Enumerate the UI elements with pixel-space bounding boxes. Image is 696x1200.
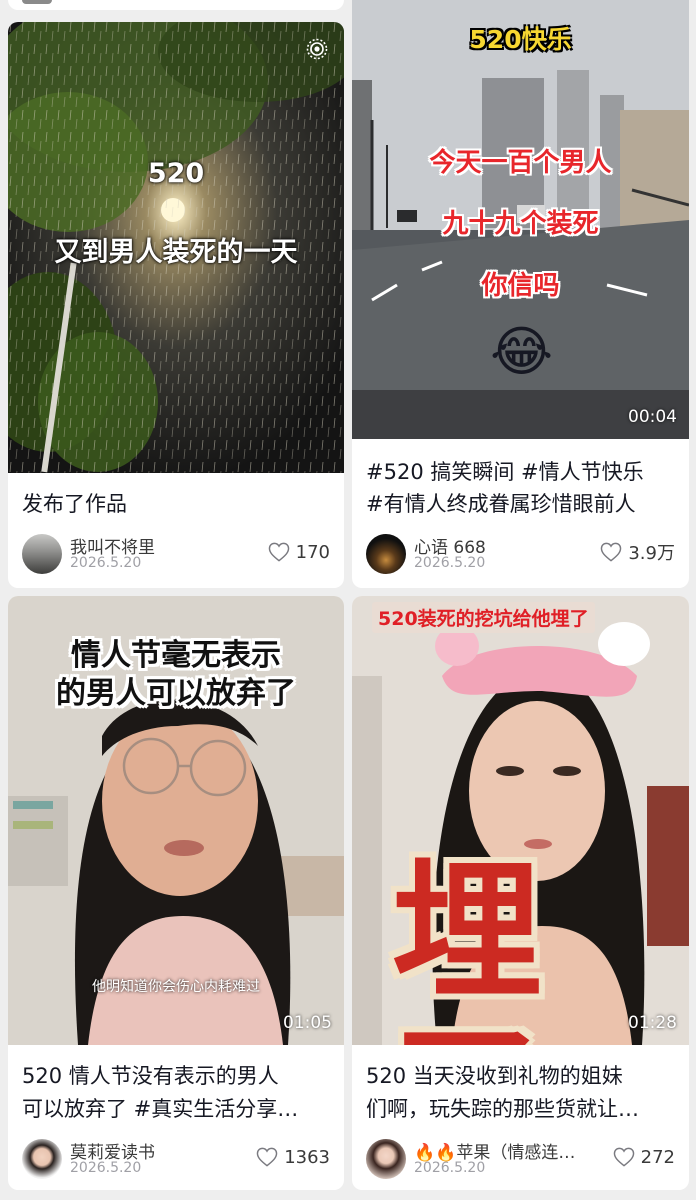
like-count: 272 xyxy=(640,1146,675,1168)
avatar[interactable] xyxy=(22,534,62,574)
previous-card-strip-left xyxy=(8,0,344,10)
heart-icon xyxy=(613,1147,634,1167)
video-feed-grid: 520 又到男人装死的一天 发布了作品 我叫不将里 2026.5.20 170 xyxy=(0,0,696,1200)
video-cover-4[interactable]: 520装死的挖坑给他埋了 埋了 01:28 xyxy=(352,596,689,1045)
heart-icon xyxy=(268,542,289,562)
post-date: 2026.5.20 xyxy=(414,1160,486,1176)
cover-caption-line1: 今天一百个男人 xyxy=(429,148,612,178)
video-cover-2[interactable]: 520快乐 今天一百个男人 九十九个装死 你信吗 😂 00:04 xyxy=(352,0,689,439)
video-title-4-line1[interactable]: 520 当天没收到礼物的姐妹 xyxy=(366,1060,679,1092)
author-row-2: 心语 668 2026.5.20 3.9万 xyxy=(366,531,675,575)
avatar[interactable] xyxy=(366,1139,406,1179)
heart-icon xyxy=(256,1147,278,1167)
live-photo-icon xyxy=(306,38,328,60)
cover-caption-top: 520装死的挖坑给他埋了 xyxy=(372,602,595,633)
like-button[interactable]: 170 xyxy=(268,539,330,565)
video-title-3-line1[interactable]: 520 情人节没有表示的男人 xyxy=(22,1060,334,1092)
video-duration: 00:04 xyxy=(628,407,677,427)
video-title-4-line2[interactable]: 们啊，玩失踪的那些货就让… xyxy=(366,1093,679,1125)
video-duration: 01:28 xyxy=(628,1013,677,1033)
video-title-2-line1[interactable]: #520 搞笑瞬间 #情人节快乐 xyxy=(366,456,679,488)
cover-caption-line2: 的男人可以放弃了 xyxy=(56,676,296,711)
cover-subtitle: 他明知道你会伤心内耗难过 xyxy=(92,979,260,995)
like-count: 3.9万 xyxy=(628,543,675,564)
cover-caption-top: 520快乐 xyxy=(469,25,572,54)
like-button[interactable]: 3.9万 xyxy=(600,539,675,565)
cover-caption-line1: 520 xyxy=(147,158,205,189)
video-cover-1[interactable]: 520 又到男人装死的一天 xyxy=(8,22,344,473)
previous-avatar-fragment xyxy=(22,0,52,4)
video-card-4[interactable]: 520装死的挖坑给他埋了 埋了 01:28 520 当天没收到礼物的姐妹 们啊，… xyxy=(352,596,689,1190)
laughing-emoji-icon: 😂 xyxy=(490,320,554,383)
author-row-4: 🔥🔥苹果（情感连… 2026.5.20 272 xyxy=(366,1136,675,1180)
avatar[interactable] xyxy=(22,1139,62,1179)
video-cover-3[interactable]: 情人节毫无表示 的男人可以放弃了 他明知道你会伤心内耗难过 01:05 xyxy=(8,596,344,1045)
like-count: 1363 xyxy=(284,1146,330,1168)
cover-caption-line2: 九十九个装死 xyxy=(442,209,599,239)
post-date: 2026.5.20 xyxy=(414,555,486,571)
like-count: 170 xyxy=(295,541,330,563)
video-card-3[interactable]: 情人节毫无表示 的男人可以放弃了 他明知道你会伤心内耗难过 01:05 520 … xyxy=(8,596,344,1190)
video-card-1[interactable]: 520 又到男人装死的一天 发布了作品 我叫不将里 2026.5.20 170 xyxy=(8,22,344,588)
like-button[interactable]: 272 xyxy=(613,1144,675,1170)
video-card-2[interactable]: 520快乐 今天一百个男人 九十九个装死 你信吗 😂 00:04 #520 搞笑… xyxy=(352,0,689,588)
video-duration: 01:05 xyxy=(283,1013,332,1033)
author-row-3: 莫莉爱读书 2026.5.20 1363 xyxy=(22,1136,330,1180)
avatar[interactable] xyxy=(366,534,406,574)
post-date: 2026.5.20 xyxy=(70,1160,142,1176)
post-date: 2026.5.20 xyxy=(70,555,142,571)
cover-caption-line3: 你信吗 xyxy=(481,271,560,301)
video-title-3-line2[interactable]: 可以放弃了 #真实生活分享… xyxy=(22,1093,334,1125)
author-row-1: 我叫不将里 2026.5.20 170 xyxy=(22,531,330,575)
video-title-1[interactable]: 发布了作品 xyxy=(22,488,334,520)
heart-icon xyxy=(601,542,622,562)
cover-caption-line2: 又到男人装死的一天 xyxy=(54,237,298,268)
video-title-2-line2[interactable]: #有情人终成眷属珍惜眼前人 xyxy=(366,488,679,520)
like-button[interactable]: 1363 xyxy=(256,1144,330,1170)
